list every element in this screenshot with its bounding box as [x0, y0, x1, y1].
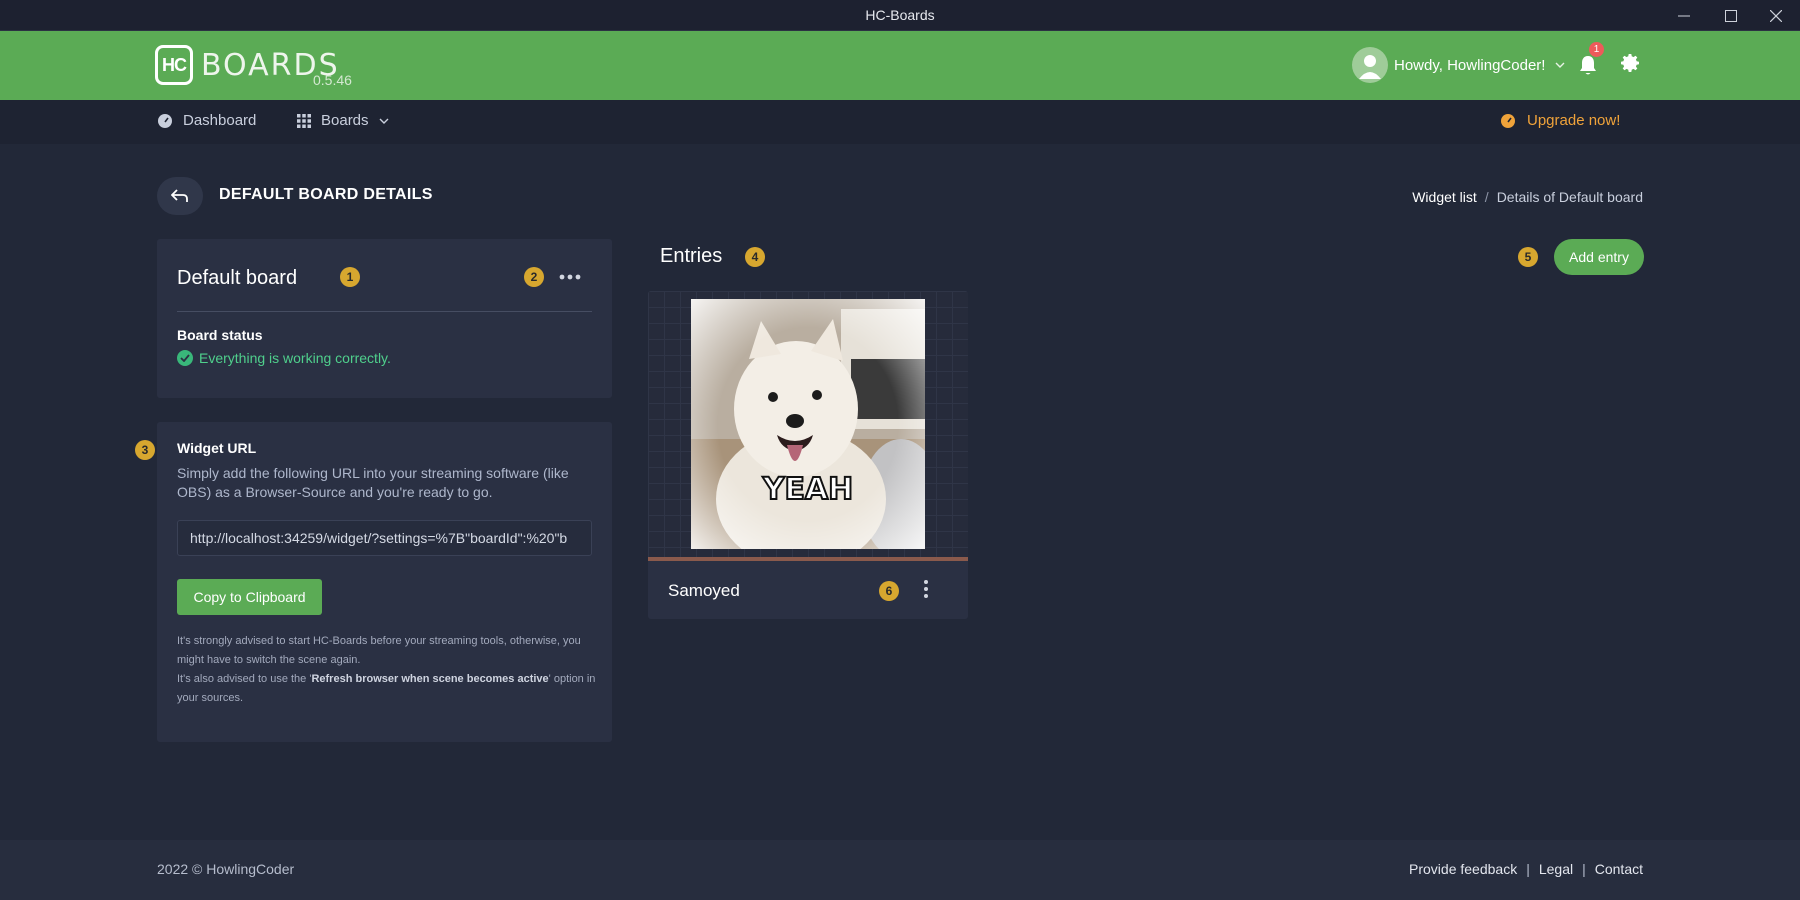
- dashboard-gauge-icon: [158, 113, 172, 128]
- check-circle-icon: [177, 350, 193, 366]
- board-status-text: Everything is working correctly.: [199, 350, 391, 366]
- footer: 2022 © HowlingCoder Provide feedback | L…: [0, 840, 1800, 900]
- maximize-button[interactable]: [1709, 0, 1753, 31]
- page-title: DEFAULT BOARD DETAILS: [219, 186, 433, 203]
- chevron-down-icon: [379, 118, 389, 124]
- minimize-icon: [1678, 15, 1690, 16]
- tour-badge-6: 6: [879, 581, 899, 601]
- entry-card[interactable]: YEAH Samoyed 6: [648, 291, 968, 619]
- main-navbar: Dashboard Boards Upgrade now!: [0, 100, 1800, 144]
- copyright: 2022 © HowlingCoder: [157, 861, 295, 877]
- footer-link-contact[interactable]: Contact: [1595, 861, 1643, 877]
- entry-caption: YEAH: [762, 472, 854, 507]
- back-button[interactable]: [157, 177, 203, 215]
- tour-badge-2: 2: [524, 267, 544, 287]
- board-card: Default board 1 2 Board status Everythin…: [157, 239, 612, 398]
- user-avatar-icon: [1359, 55, 1381, 79]
- widget-url-card: Widget URL Simply add the following URL …: [157, 422, 612, 742]
- close-icon: [1770, 9, 1782, 22]
- widget-url-input[interactable]: [178, 521, 591, 555]
- more-vertical-icon[interactable]: [920, 579, 932, 599]
- gauge-icon: [1501, 113, 1515, 128]
- upgrade-label: Upgrade now!: [1527, 112, 1621, 129]
- more-horizontal-icon[interactable]: [559, 274, 581, 280]
- entry-preview-area: YEAH: [648, 291, 968, 559]
- app-header: HC BOARDS 0.5.46 Howdy, HowlingCoder! 1: [0, 31, 1800, 100]
- breadcrumb-current: Details of Default board: [1496, 189, 1643, 205]
- back-arrow-icon: [171, 189, 188, 202]
- tour-badge-5: 5: [1518, 247, 1538, 267]
- chevron-down-icon: [1555, 62, 1565, 68]
- divider: [177, 311, 592, 312]
- window-titlebar: HC-Boards: [0, 0, 1800, 31]
- nav-dashboard-label: Dashboard: [183, 112, 257, 129]
- nav-boards[interactable]: Boards: [297, 112, 389, 129]
- entry-name: Samoyed: [668, 581, 740, 600]
- tour-badge-1: 1: [340, 267, 360, 287]
- breadcrumb-widget-list[interactable]: Widget list: [1412, 189, 1477, 205]
- tour-badge-3: 3: [135, 440, 155, 460]
- board-name: Default board: [177, 267, 298, 289]
- entries-title: Entries: [660, 245, 723, 267]
- note-line-2: It's also advised to use the 'Refresh br…: [177, 673, 596, 704]
- user-menu[interactable]: Howdy, HowlingCoder!: [1352, 47, 1565, 83]
- footer-links: Provide feedback | Legal | Contact: [1409, 861, 1643, 877]
- avatar: [1352, 47, 1388, 83]
- user-greeting: Howdy, HowlingCoder!: [1394, 56, 1546, 74]
- entry-progress-bar: [648, 557, 968, 561]
- dog-image: YEAH: [691, 299, 925, 549]
- board-status-label: Board status: [177, 327, 263, 343]
- footer-separator: |: [1526, 861, 1530, 877]
- breadcrumb: Widget list / Details of Default board: [1412, 189, 1643, 205]
- widget-url-title: Widget URL: [177, 440, 257, 456]
- footer-link-legal[interactable]: Legal: [1539, 861, 1573, 877]
- upgrade-link[interactable]: Upgrade now!: [1500, 112, 1620, 129]
- logo-mark: HC: [155, 45, 193, 85]
- copy-to-clipboard-button[interactable]: Copy to Clipboard: [177, 579, 322, 615]
- footer-link-feedback[interactable]: Provide feedback: [1409, 861, 1517, 877]
- nav-dashboard[interactable]: Dashboard: [157, 112, 256, 129]
- notification-badge: 1: [1589, 42, 1604, 57]
- grid-icon: [297, 113, 311, 128]
- gear-icon[interactable]: [1618, 51, 1642, 75]
- nav-boards-label: Boards: [321, 112, 369, 129]
- entry-image: YEAH: [691, 299, 925, 549]
- note-line-1: It's strongly advised to start HC-Boards…: [177, 635, 581, 666]
- app-version: 0.5.46: [313, 72, 352, 88]
- board-status: Everything is working correctly.: [177, 350, 391, 366]
- tour-badge-4: 4: [745, 247, 765, 267]
- window-title: HC-Boards: [865, 7, 935, 23]
- footer-separator: |: [1582, 861, 1586, 877]
- app-logo[interactable]: HC BOARDS: [155, 45, 340, 85]
- close-window-button[interactable]: [1754, 0, 1798, 31]
- widget-url-description: Simply add the following URL into your s…: [177, 465, 569, 500]
- add-entry-button[interactable]: Add entry: [1554, 239, 1644, 275]
- minimize-button[interactable]: [1662, 0, 1706, 31]
- widget-url-field-wrapper: [177, 520, 592, 556]
- breadcrumb-separator: /: [1484, 189, 1489, 205]
- maximize-icon: [1725, 9, 1737, 22]
- widget-url-note: It's strongly advised to start HC-Boards…: [177, 632, 597, 708]
